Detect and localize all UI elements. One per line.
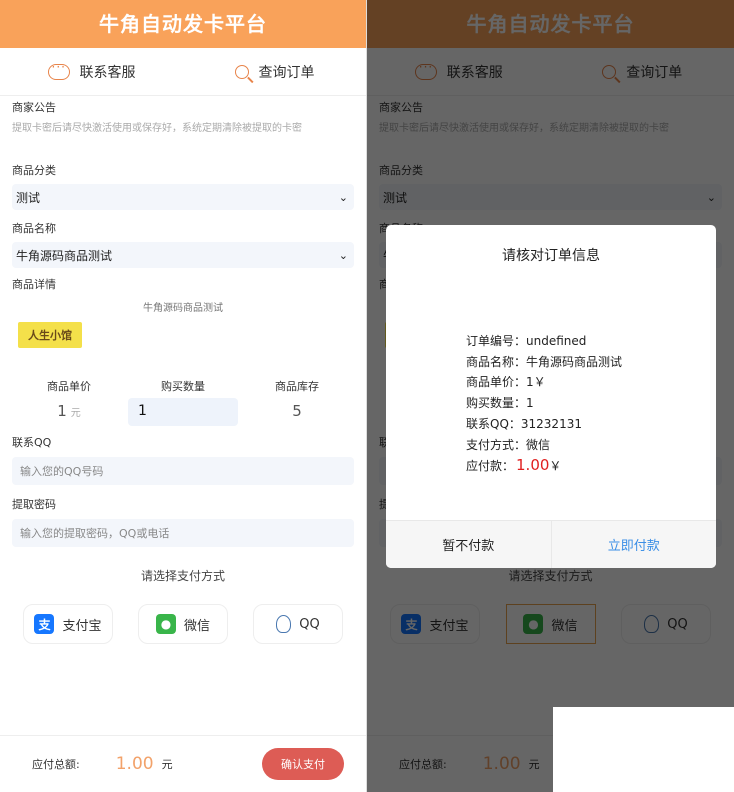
- product-select[interactable]: 牛角源码商品测试 ⌄: [12, 242, 354, 268]
- stock-column: 商品库存 5: [240, 378, 354, 426]
- order-confirm-dialog: 请核对订单信息 订单编号：undefined 商品名称：牛角源码商品测试 商品单…: [386, 225, 716, 568]
- page-header: 牛角自动发卡平台: [0, 0, 366, 48]
- order-unit-price: 商品单价：1￥: [466, 375, 546, 390]
- pay-now-button[interactable]: 立即付款: [552, 521, 717, 568]
- qq-label: 联系QQ: [12, 436, 52, 449]
- wechat-icon: ●: [155, 614, 176, 634]
- chevron-down-icon: ⌄: [338, 190, 348, 204]
- order-amount-row: 应付款： 1.00￥: [466, 455, 622, 477]
- confirm-pay-button[interactable]: 确认支付: [262, 748, 344, 780]
- wechat-button[interactable]: ● 微信: [138, 604, 228, 644]
- total-value: 1.00: [115, 754, 154, 774]
- notice-label: 商家公告: [12, 101, 56, 114]
- wechat-label: 微信: [183, 618, 210, 634]
- price-unit: 元: [70, 408, 81, 419]
- top-nav: 联系客服 查询订单: [0, 48, 366, 96]
- chat-icon: [47, 60, 70, 80]
- chevron-down-icon: ⌄: [338, 248, 348, 262]
- qq-icon: [276, 615, 292, 633]
- price-value: 1: [57, 402, 67, 420]
- stock-label: 商品库存: [275, 380, 319, 393]
- qq-pay-label: QQ: [299, 616, 320, 632]
- product-label: 商品名称: [12, 222, 56, 235]
- total-unit: 元: [161, 758, 173, 771]
- category-select[interactable]: 测试 ⌄: [12, 184, 354, 210]
- contact-service-link[interactable]: 联系客服: [0, 48, 183, 95]
- alipay-icon: 支: [34, 614, 55, 634]
- payment-title: 请选择支付方式: [140, 569, 225, 583]
- total-label: 应付总额:: [32, 758, 80, 771]
- product-logo: 人生小馆: [18, 322, 82, 348]
- order-number: 订单编号：undefined: [466, 334, 587, 348]
- dialog-footer: 暂不付款 立即付款: [386, 520, 716, 568]
- blank-corner: [553, 707, 734, 792]
- right-page: 牛角自动发卡平台 联系客服 查询订单 商家公告 提取卡密后请尽快激活使用或保存好…: [367, 0, 734, 792]
- password-input[interactable]: 输入您的提取密码，QQ或电话: [12, 519, 354, 547]
- notice-text: 提取卡密后请尽快激活使用或保存好，系统定期清除被提取的卡密: [12, 123, 302, 134]
- details-label: 商品详情: [12, 278, 56, 291]
- details-text: 牛角源码商品测试: [143, 303, 223, 314]
- product-value: 牛角源码商品测试: [16, 248, 113, 263]
- amount-label: 应付款：: [466, 459, 515, 474]
- quantity-column: 购买数量 1: [126, 378, 240, 426]
- category-label: 商品分类: [12, 164, 56, 177]
- qq-pay-button[interactable]: QQ: [253, 604, 343, 644]
- qq-input[interactable]: 输入您的QQ号码: [12, 457, 354, 485]
- quantity-input[interactable]: 1: [128, 398, 238, 426]
- price-value-wrap: 1元: [12, 402, 126, 420]
- dialog-title: 请核对订单信息: [502, 248, 600, 264]
- alipay-label: 支付宝: [62, 618, 102, 634]
- price-column: 商品单价 1元: [12, 378, 126, 426]
- footer-bar: 应付总额: 1.00 元 确认支付: [0, 735, 366, 792]
- contact-service-label: 联系客服: [79, 64, 136, 81]
- quantity-label: 购买数量: [161, 380, 205, 393]
- amount-value: 1.00: [516, 456, 550, 475]
- pricing-row: 商品单价 1元 购买数量 1 商品库存 5: [12, 378, 354, 426]
- query-order-label: 查询订单: [258, 64, 315, 81]
- price-label: 商品单价: [47, 380, 91, 393]
- order-pay-method: 支付方式：微信: [466, 437, 551, 452]
- left-page: 牛角自动发卡平台 联系客服 查询订单 商家公告 提取卡密后请尽快激活使用或保存好…: [0, 0, 367, 792]
- cancel-pay-button[interactable]: 暂不付款: [386, 521, 552, 568]
- password-label: 提取密码: [12, 498, 56, 511]
- alipay-button[interactable]: 支 支付宝: [23, 604, 113, 644]
- order-quantity: 购买数量：1: [466, 396, 534, 411]
- query-order-link[interactable]: 查询订单: [183, 48, 366, 95]
- search-icon: [234, 64, 249, 79]
- order-contact-qq: 联系QQ：31232131: [466, 416, 582, 431]
- dialog-body: 订单编号：undefined 商品名称：牛角源码商品测试 商品单价：1￥ 购买数…: [466, 331, 622, 477]
- category-value: 测试: [16, 190, 41, 205]
- amount-unit: ￥: [549, 459, 562, 474]
- order-product-name: 商品名称：牛角源码商品测试: [466, 354, 623, 369]
- payment-methods: 支 支付宝 ● 微信 QQ: [12, 604, 354, 644]
- stock-value: 5: [292, 402, 302, 420]
